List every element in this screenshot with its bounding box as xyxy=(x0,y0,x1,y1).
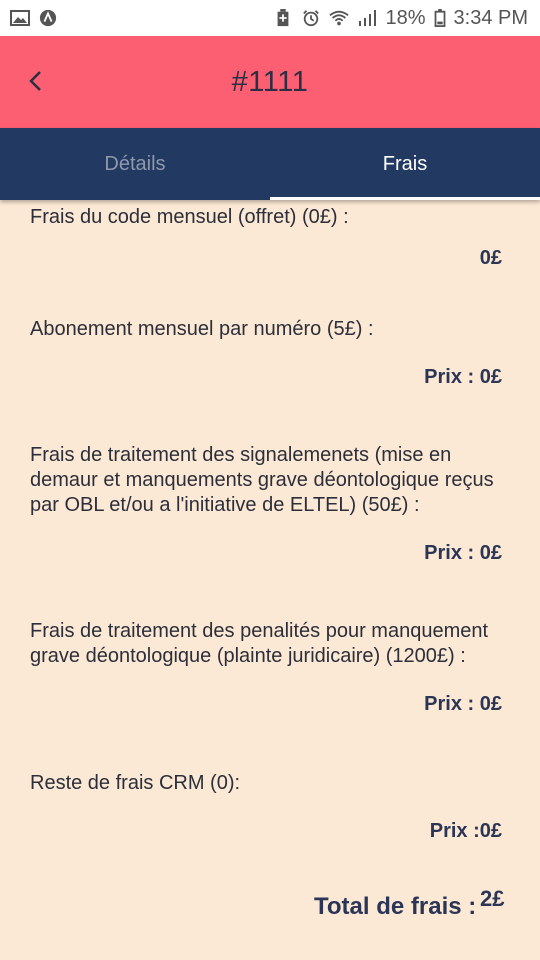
page-title: #1111 xyxy=(231,65,309,98)
chevron-left-icon xyxy=(28,70,42,92)
battery-icon xyxy=(434,9,446,27)
fee-label-reports-processing: Frais de traitement des signalemenets (m… xyxy=(30,444,494,516)
fee-label-monthly-subscription: Abonement mensuel par numéro (5£) : xyxy=(30,318,374,340)
status-bar: 18% 3:34 PM xyxy=(0,0,540,36)
tab-bar: Détails Frais xyxy=(0,128,540,200)
battery-saver-icon xyxy=(273,9,293,27)
fee-value-penalties-processing: Prix : 0£ xyxy=(424,693,502,715)
status-bar-left xyxy=(10,9,58,27)
wifi-icon xyxy=(329,9,350,27)
total-value: 2£ xyxy=(480,886,505,911)
image-icon xyxy=(10,9,30,27)
fee-label-penalties-processing: Frais de traitement des penalités pour m… xyxy=(30,620,489,667)
tab-frais[interactable]: Frais xyxy=(270,128,540,200)
fee-value-crm-remaining: Prix :0£ xyxy=(429,820,502,842)
fee-label-monthly-code: Frais du code mensuel (offret) (0£) : xyxy=(30,206,349,228)
fee-label-crm-remaining: Reste de frais CRM (0): xyxy=(30,772,241,794)
fee-value-reports-processing: Prix : 0£ xyxy=(424,542,502,564)
tab-details[interactable]: Détails xyxy=(0,128,270,200)
status-bar-right: 18% 3:34 PM xyxy=(273,7,528,30)
battery-percent: 18% xyxy=(385,6,426,29)
clock: 3:34 PM xyxy=(453,6,528,29)
total-label: Total de frais : xyxy=(314,893,477,920)
alarm-icon xyxy=(301,9,321,27)
back-button[interactable] xyxy=(22,66,48,96)
signal-icon xyxy=(357,9,377,27)
app-notification-icon xyxy=(38,9,58,27)
fee-value-monthly-code: 0£ xyxy=(479,247,502,269)
app-header: #1111 xyxy=(0,36,540,128)
fee-value-monthly-subscription: Prix : 0£ xyxy=(424,366,502,388)
